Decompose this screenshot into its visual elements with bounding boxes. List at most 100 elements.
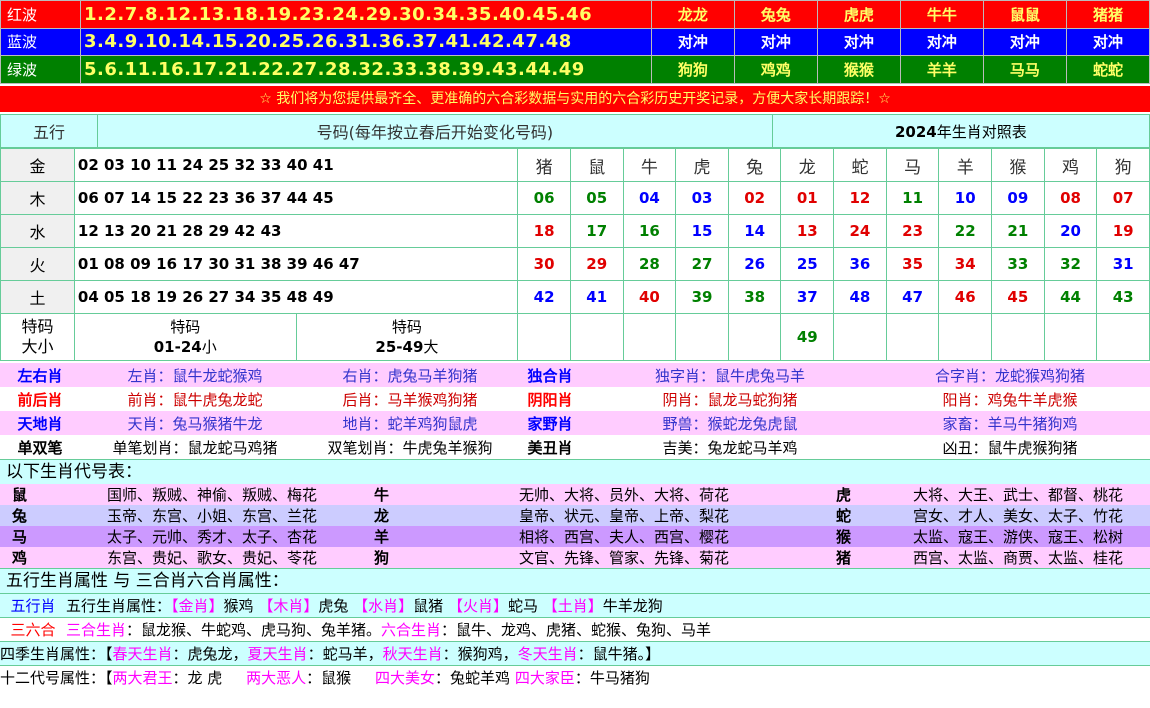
code-zodiac: 羊	[362, 526, 424, 547]
wuxing-label: 金	[0, 148, 75, 182]
code-value: 相将、西宫、夫人、西宫、樱花	[424, 526, 824, 547]
code-row: 鼠 国师、叛贼、神偷、叛贼、梅花 牛 无帅、大将、员外、大将、荷花 虎 大将、大…	[0, 484, 1150, 505]
code-value: 玉帝、东宫、小姐、东宫、兰花	[62, 505, 362, 526]
attr-tag: 六合生肖	[381, 621, 442, 639]
special-big-range: 25-49	[375, 338, 424, 356]
empty-cell	[727, 313, 782, 361]
code-value: 大将、大王、武士、都督、桃花	[886, 484, 1150, 505]
attr-key: 三六合	[0, 617, 66, 642]
attr-text: ：鼠牛、龙鸡、虎猪、蛇猴、兔狗、马羊	[441, 621, 712, 639]
wave-zodiac: 龙龙	[650, 0, 735, 29]
zodiac-header-cell: 马	[885, 148, 940, 182]
attr-text: ：鼠猴	[306, 669, 352, 687]
attr-tag: 春天生肖	[112, 645, 173, 663]
number-cell: 10	[938, 181, 993, 215]
attr-text: ：牛马猪狗	[574, 669, 650, 687]
wuxing-numbers: 12 13 20 21 28 29 42 43	[73, 214, 519, 248]
number-cell: 36	[833, 247, 887, 281]
attr-key: 五行肖	[0, 593, 66, 618]
property-value: 阴肖：鼠龙马蛇狗猪	[590, 387, 870, 411]
special-small-title: 特码	[170, 318, 201, 336]
attr-row-wuxing: 五行肖 五行生肖属性：【金肖】猴鸡 【木肖】虎兔 【水肖】鼠猪 【火肖】蛇马 【…	[0, 593, 1150, 618]
zodiac-header-cell: 虎	[675, 148, 729, 182]
special-small-range: 01-24	[153, 338, 202, 356]
special-row: 特码 大小 特码 01-24小 特码 25-49大 49	[0, 313, 1150, 361]
number-cell: 21	[991, 214, 1045, 248]
number-cell: 29	[569, 247, 624, 281]
seasons: 四季生肖属性：【春天生肖：虎兔龙，夏天生肖：蛇马羊，秋天生肖：猴狗鸡，冬天生肖：…	[0, 641, 1150, 666]
attr-value: 五行生肖属性：【金肖】猴鸡 【木肖】虎兔 【水肖】鼠猪 【火肖】蛇马 【土肖】牛…	[66, 593, 1150, 618]
wave-name: 红波	[0, 0, 81, 29]
property-value: 前肖：鼠牛虎兔龙蛇	[80, 387, 310, 411]
zodiac-header-cell: 兔	[727, 148, 782, 182]
attr-text: ：虎兔龙，	[172, 645, 248, 663]
number-cell: 18	[517, 214, 571, 248]
attr-text: 猴鸡	[223, 597, 254, 615]
banner: ☆ 我们将为您提供最齐全、更准确的六合彩数据与实用的六合彩历史开奖记录，方便大家…	[0, 86, 1150, 112]
zodiac-header-cell: 蛇	[833, 148, 887, 182]
attr-tag: 三合生肖	[66, 621, 127, 639]
attr-tag: 四大美女	[375, 669, 436, 687]
code-table: 鼠 国师、叛贼、神偷、叛贼、梅花 牛 无帅、大将、员外、大将、荷花 虎 大将、大…	[0, 484, 1150, 568]
wuxing-row: 金 02 03 10 11 24 25 32 33 40 41 猪 鼠 牛 虎 …	[0, 148, 1150, 182]
seasons-prefix: 四季生肖属性：【	[0, 645, 113, 663]
number-cell: 35	[885, 247, 940, 281]
number-cell: 40	[622, 280, 677, 314]
property-key: 美丑肖	[510, 435, 590, 459]
empty-cell	[991, 313, 1045, 361]
property-key: 左右肖	[0, 363, 80, 387]
wave-zodiac: 羊羊	[899, 55, 984, 84]
attr-text: 鼠猪	[413, 597, 444, 615]
property-row: 左右肖 左肖：鼠牛龙蛇猴鸡 右肖：虎兔马羊狗猪 独合肖 独字肖：鼠牛虎兔马羊 合…	[0, 363, 1150, 387]
property-value: 后肖：马羊猴鸡狗猪	[310, 387, 510, 411]
number-cell: 02	[727, 181, 782, 215]
number-cell: 09	[991, 181, 1045, 215]
number-cell: 03	[675, 181, 729, 215]
number-cell: 06	[517, 181, 571, 215]
wuxing-table: 五行 号码(每年按立春后开始变化号码) 2024年生肖对照表	[0, 114, 1150, 148]
special-ranges: 特码 01-24小 特码 25-49大	[73, 313, 519, 361]
year: 2024	[895, 122, 937, 141]
wuxing-row: 火 01 08 09 16 17 30 31 38 39 46 47 30 29…	[0, 247, 1150, 281]
number-cell: 47	[885, 280, 940, 314]
wave-zodiac: 虎虎	[816, 0, 901, 29]
code-row: 马 太子、元帅、秀才、太子、杏花 羊 相将、西宫、夫人、西宫、樱花 猴 太监、寇…	[0, 526, 1150, 547]
wuxing-header-numbers: 号码(每年按立春后开始变化号码)	[97, 114, 773, 148]
empty-cell	[622, 313, 677, 361]
property-value: 凶丑：鼠牛虎猴狗猪	[870, 435, 1150, 459]
attr-tag: 秋天生肖	[382, 645, 443, 663]
special-small: 特码 01-24小	[74, 314, 297, 360]
attr-row-twelve: 十二代号属性：【两大君王：龙 虎 两大恶人：鼠猴 四大美女：兔蛇羊鸡 四大家臣：…	[0, 665, 1150, 689]
number-cell: 14	[727, 214, 782, 248]
property-value: 单笔划肖：鼠龙蛇马鸡猪	[80, 435, 310, 459]
property-value: 吉美：兔龙蛇马羊鸡	[590, 435, 870, 459]
number-cell: 39	[675, 280, 729, 314]
number-cell: 38	[727, 280, 782, 314]
property-value: 地肖：蛇羊鸡狗鼠虎	[310, 411, 510, 435]
empty-cell	[885, 313, 940, 361]
number-cell: 20	[1043, 214, 1098, 248]
number-cell: 15	[675, 214, 729, 248]
code-value: 国师、叛贼、神偷、叛贼、梅花	[62, 484, 362, 505]
wuxing-numbers: 04 05 18 19 26 27 34 35 48 49	[73, 280, 519, 314]
empty-cell	[569, 313, 624, 361]
property-key: 家野肖	[510, 411, 590, 435]
code-value: 太子、元帅、秀才、太子、杏花	[62, 526, 362, 547]
number-cell: 13	[780, 214, 835, 248]
number-cell: 49	[780, 313, 835, 361]
attr-row-seasons: 四季生肖属性：【春天生肖：虎兔龙，夏天生肖：蛇马羊，秋天生肖：猴狗鸡，冬天生肖：…	[0, 641, 1150, 666]
attr-text: ：蛇马羊，	[307, 645, 383, 663]
property-value: 阳肖：鸡兔牛羊虎猴	[870, 387, 1150, 411]
zodiac-header-cell: 鸡	[1043, 148, 1098, 182]
wuxing-row: 木 06 07 14 15 22 23 36 37 44 45 06 05 04…	[0, 181, 1150, 215]
attr-text: ：兔蛇羊鸡	[435, 669, 511, 687]
property-value: 右肖：虎兔马羊狗猪	[310, 363, 510, 387]
property-row: 单双笔 单笔划肖：鼠龙蛇马鸡猪 双笔划肖：牛虎兔羊猴狗 美丑肖 吉美：兔龙蛇马羊…	[0, 435, 1150, 459]
wave-zodiac: 对冲	[982, 27, 1067, 57]
number-cell: 45	[991, 280, 1045, 314]
code-row: 兔 玉帝、东宫、小姐、东宫、兰花 龙 皇帝、状元、皇帝、上帝、梨花 蛇 宫女、才…	[0, 505, 1150, 526]
zodiac-header-cell: 猴	[991, 148, 1045, 182]
number-cell: 48	[833, 280, 887, 314]
code-title: 以下生肖代号表：	[0, 459, 1150, 484]
code-zodiac: 牛	[362, 484, 424, 505]
